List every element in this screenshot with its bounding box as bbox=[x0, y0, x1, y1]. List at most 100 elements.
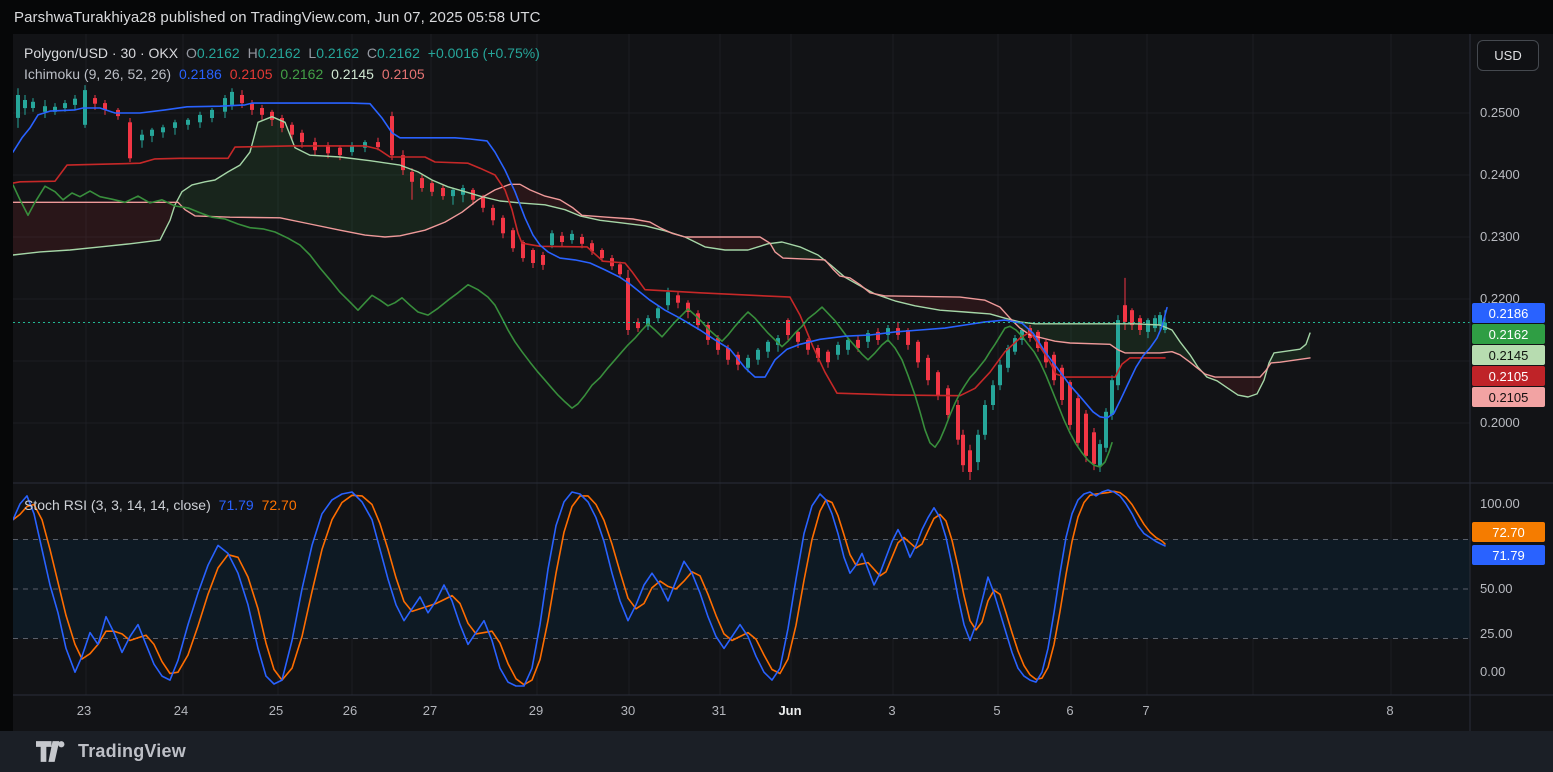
candle bbox=[210, 108, 214, 122]
ichimoku-cloud-segment bbox=[733, 237, 739, 250]
candle bbox=[916, 340, 920, 368]
ichimoku-cloud-segment bbox=[145, 202, 151, 242]
candle bbox=[16, 88, 20, 128]
candle bbox=[786, 318, 790, 340]
candle bbox=[161, 125, 165, 138]
ichimoku-cloud-segment bbox=[397, 165, 403, 236]
currency-toggle-button[interactable]: USD bbox=[1477, 40, 1539, 71]
ichimoku-cloud-segment bbox=[937, 297, 943, 311]
time-axis-label: 7 bbox=[1142, 703, 1149, 718]
ichimoku-cloud-segment bbox=[385, 163, 391, 237]
ichimoku-cloud-segment bbox=[337, 157, 343, 231]
candle bbox=[998, 360, 1002, 390]
ichimoku-cloud-segment bbox=[919, 297, 925, 308]
ichimoku-cloud-segment bbox=[1123, 324, 1129, 353]
candle bbox=[116, 108, 120, 120]
ichimoku-cloud-segment bbox=[1051, 324, 1057, 342]
candle bbox=[676, 292, 680, 308]
ichimoku-lead1-value: 0.2145 bbox=[331, 66, 374, 82]
price-axis-label: 0.2400 bbox=[1480, 167, 1550, 182]
close-value: 0.2162 bbox=[377, 45, 420, 61]
ichimoku-cloud-segment bbox=[343, 157, 349, 232]
candle bbox=[501, 215, 505, 238]
tradingview-logo-icon[interactable] bbox=[36, 741, 66, 762]
price-badge: 0.2162 bbox=[1472, 324, 1545, 344]
candle bbox=[991, 380, 995, 410]
ichimoku-cloud-segment bbox=[37, 202, 43, 252]
ichimoku-cloud-segment bbox=[283, 121, 289, 219]
ichimoku-cloud-segment bbox=[1063, 324, 1069, 343]
ichimoku-cloud-segment bbox=[229, 168, 235, 217]
ichimoku-cloud-segment bbox=[313, 155, 319, 226]
ichimoku-cloud-segment bbox=[943, 297, 949, 311]
price-axis-label: 0.2300 bbox=[1480, 229, 1550, 244]
price-badge: 0.2105 bbox=[1472, 366, 1545, 386]
candle bbox=[390, 112, 394, 160]
close-label: C bbox=[367, 45, 377, 61]
candle bbox=[826, 350, 830, 368]
ichimoku-cloud-segment bbox=[91, 202, 97, 248]
footer-brand-text[interactable]: TradingView bbox=[78, 741, 186, 762]
candle bbox=[230, 88, 234, 110]
ichimoku-cloud-segment bbox=[1099, 324, 1105, 344]
candle bbox=[550, 230, 554, 248]
ichimoku-cloud-segment bbox=[721, 237, 727, 250]
symbol-title[interactable]: Polygon/USD · 30 · OKX bbox=[24, 45, 178, 61]
ichimoku-lagging-value: 0.2162 bbox=[280, 66, 323, 82]
ichimoku-cloud-segment bbox=[1279, 351, 1285, 362]
candle bbox=[300, 130, 304, 148]
open-label: O bbox=[186, 45, 197, 61]
tenkan-line bbox=[13, 103, 1167, 418]
ichimoku-cloud-segment bbox=[1069, 324, 1075, 343]
high-value: 0.2162 bbox=[258, 45, 301, 61]
ichimoku-title[interactable]: Ichimoku (9, 26, 52, 26) bbox=[24, 66, 171, 82]
candle bbox=[23, 95, 27, 115]
ichimoku-cloud-segment bbox=[241, 156, 247, 217]
candle bbox=[43, 100, 47, 118]
stoch-axis-label: 25.00 bbox=[1480, 626, 1550, 641]
ichimoku-cloud-segment bbox=[205, 181, 211, 217]
candle bbox=[1084, 410, 1088, 462]
stoch-badge: 72.70 bbox=[1472, 522, 1545, 542]
candle bbox=[511, 228, 515, 252]
candle bbox=[656, 305, 660, 322]
candle bbox=[618, 262, 622, 278]
ichimoku-cloud-segment bbox=[223, 171, 229, 217]
open-value: 0.2162 bbox=[197, 45, 240, 61]
candle bbox=[961, 430, 965, 472]
change-value: +0.0016 (+0.75%) bbox=[428, 45, 540, 61]
stoch-axis-label: 100.00 bbox=[1480, 496, 1550, 511]
candle bbox=[531, 248, 535, 268]
time-axis-label: 27 bbox=[423, 703, 437, 718]
ichimoku-cloud-segment bbox=[349, 158, 355, 233]
ichimoku-cloud-segment bbox=[61, 202, 67, 250]
candle bbox=[968, 445, 972, 480]
ichimoku-cloud-segment bbox=[1075, 324, 1081, 344]
candle bbox=[491, 205, 495, 225]
candle bbox=[128, 118, 132, 162]
candle bbox=[31, 98, 35, 112]
price-and-stoch-chart[interactable] bbox=[0, 0, 1553, 772]
ichimoku-cloud-segment bbox=[955, 297, 961, 312]
price-badge: 0.2145 bbox=[1472, 345, 1545, 365]
candle bbox=[626, 270, 630, 335]
ichimoku-cloud-segment bbox=[379, 162, 385, 237]
candle bbox=[866, 330, 870, 348]
kijun-line bbox=[13, 146, 1165, 396]
ichimoku-cloud-segment bbox=[727, 237, 733, 250]
ichimoku-cloud-segment bbox=[265, 117, 271, 218]
ichimoku-conversion-value: 0.2186 bbox=[179, 66, 222, 82]
stoch-title[interactable]: Stoch RSI (3, 3, 14, 14, close) bbox=[24, 497, 211, 513]
ichimoku-cloud-segment bbox=[301, 151, 307, 224]
time-axis-label: 31 bbox=[712, 703, 726, 718]
candle bbox=[83, 85, 87, 128]
ichimoku-cloud-segment bbox=[979, 300, 985, 314]
candle bbox=[260, 105, 264, 120]
price-badge: 0.2186 bbox=[1472, 303, 1545, 323]
lagging-span-line bbox=[13, 185, 1112, 467]
ichimoku-cloud-segment bbox=[745, 237, 751, 250]
price-axis-label: 0.2500 bbox=[1480, 105, 1550, 120]
time-axis-label: 30 bbox=[621, 703, 635, 718]
ichimoku-cloud-segment bbox=[85, 202, 91, 248]
ichimoku-cloud-segment bbox=[739, 237, 745, 250]
